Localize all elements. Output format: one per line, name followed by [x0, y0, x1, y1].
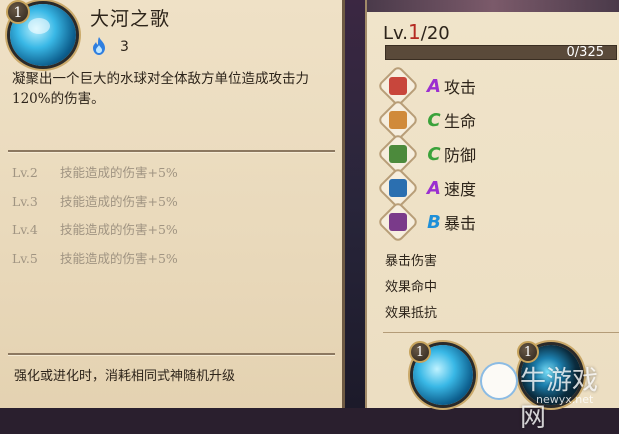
- sub-stat-effect-resist: 效果抵抗: [385, 306, 438, 321]
- defense-grade: C: [427, 143, 441, 165]
- upgrade-level: Lv.3: [12, 193, 38, 209]
- defense-label: 防御: [444, 146, 477, 165]
- spirit-fire-icon: [93, 37, 105, 55]
- upgrade-text: 技能造成的伤害+5%: [60, 165, 178, 180]
- divider: [8, 150, 335, 153]
- upgrade-level: Lv.4: [12, 222, 38, 237]
- crit-grade: B: [427, 211, 441, 233]
- upgrade-text: 技能造成的伤害+5%: [60, 250, 178, 266]
- health-label: 生命: [444, 112, 477, 131]
- skill-slot-level-badge: 1: [409, 341, 431, 363]
- skill-slot-level-badge: 1: [517, 341, 539, 363]
- crit-label: 暴击: [444, 214, 477, 233]
- skill-detail-panel: 1 大河之歌 3 凝聚出一个巨大的水球对全体敌方单位造成攻击力120%的伤害。 …: [0, 0, 345, 408]
- skill-cost-value: 3: [120, 39, 129, 55]
- attr-row-health: C 生命: [376, 98, 477, 142]
- skill-name: 大河之歌: [90, 8, 171, 30]
- speed-icon-fill: [389, 179, 407, 197]
- xp-text: 0/325: [566, 45, 604, 60]
- upgrade-row: Lv.3 技能造成的伤害+5%: [12, 192, 332, 221]
- skill-description: 凝聚出一个巨大的水球对全体敌方单位造成攻击力120%的伤害。: [12, 71, 309, 107]
- level-current: 1: [408, 20, 421, 44]
- panel-header-band: [367, 0, 619, 12]
- upgrade-row: Lv.5 技能造成的伤害+5%: [12, 249, 332, 278]
- stats-panel: Lv.1/20 0/325 A 攻击 C 生命 C 防御 A 速度 B 暴击 暴…: [365, 0, 619, 408]
- attr-row-crit: B 暴击: [376, 200, 477, 244]
- attack-label: 攻击: [444, 78, 477, 97]
- attack-grade: A: [427, 75, 441, 97]
- shikigami-level: Lv.1/20: [383, 20, 450, 44]
- attr-row-defense: C 防御: [376, 132, 477, 176]
- health-icon-fill: [389, 111, 407, 129]
- health-grade: C: [427, 109, 441, 131]
- sub-stat-crit-damage: 暴击伤害: [385, 254, 438, 269]
- level-prefix: Lv.: [383, 23, 409, 44]
- speed-grade: A: [427, 177, 441, 199]
- level-max: /20: [420, 23, 450, 44]
- skill-slot-row: 1 1: [383, 332, 619, 409]
- defense-icon-fill: [389, 145, 407, 163]
- sub-stat-effect-hit: 效果命中: [385, 280, 438, 295]
- upgrade-text: 技能造成的伤害+5%: [60, 193, 178, 209]
- upgrade-level: Lv.2: [12, 165, 38, 180]
- upgrade-level: Lv.5: [12, 250, 38, 266]
- divider: [8, 353, 335, 356]
- upgrade-hint: 强化或进化时，消耗相同式神随机升级: [14, 369, 236, 384]
- upgrade-text: 技能造成的伤害+5%: [60, 222, 178, 237]
- upgrade-row: Lv.2 技能造成的伤害+5%: [12, 163, 332, 192]
- upgrade-row: Lv.4 技能造成的伤害+5%: [12, 220, 332, 249]
- skill-upgrade-list: Lv.2 技能造成的伤害+5% Lv.3 技能造成的伤害+5% Lv.4 技能造成的伤…: [12, 163, 332, 277]
- attr-row-speed: A 速度: [376, 166, 477, 210]
- skill-level-badge: 1: [6, 0, 30, 24]
- speed-label: 速度: [444, 180, 477, 199]
- xp-bar: 0/325: [385, 45, 617, 60]
- attack-icon-fill: [389, 77, 407, 95]
- crit-icon-fill: [389, 213, 407, 231]
- attr-row-attack: A 攻击: [376, 64, 477, 108]
- background-strip: [345, 0, 365, 408]
- crit-icon: [376, 200, 420, 244]
